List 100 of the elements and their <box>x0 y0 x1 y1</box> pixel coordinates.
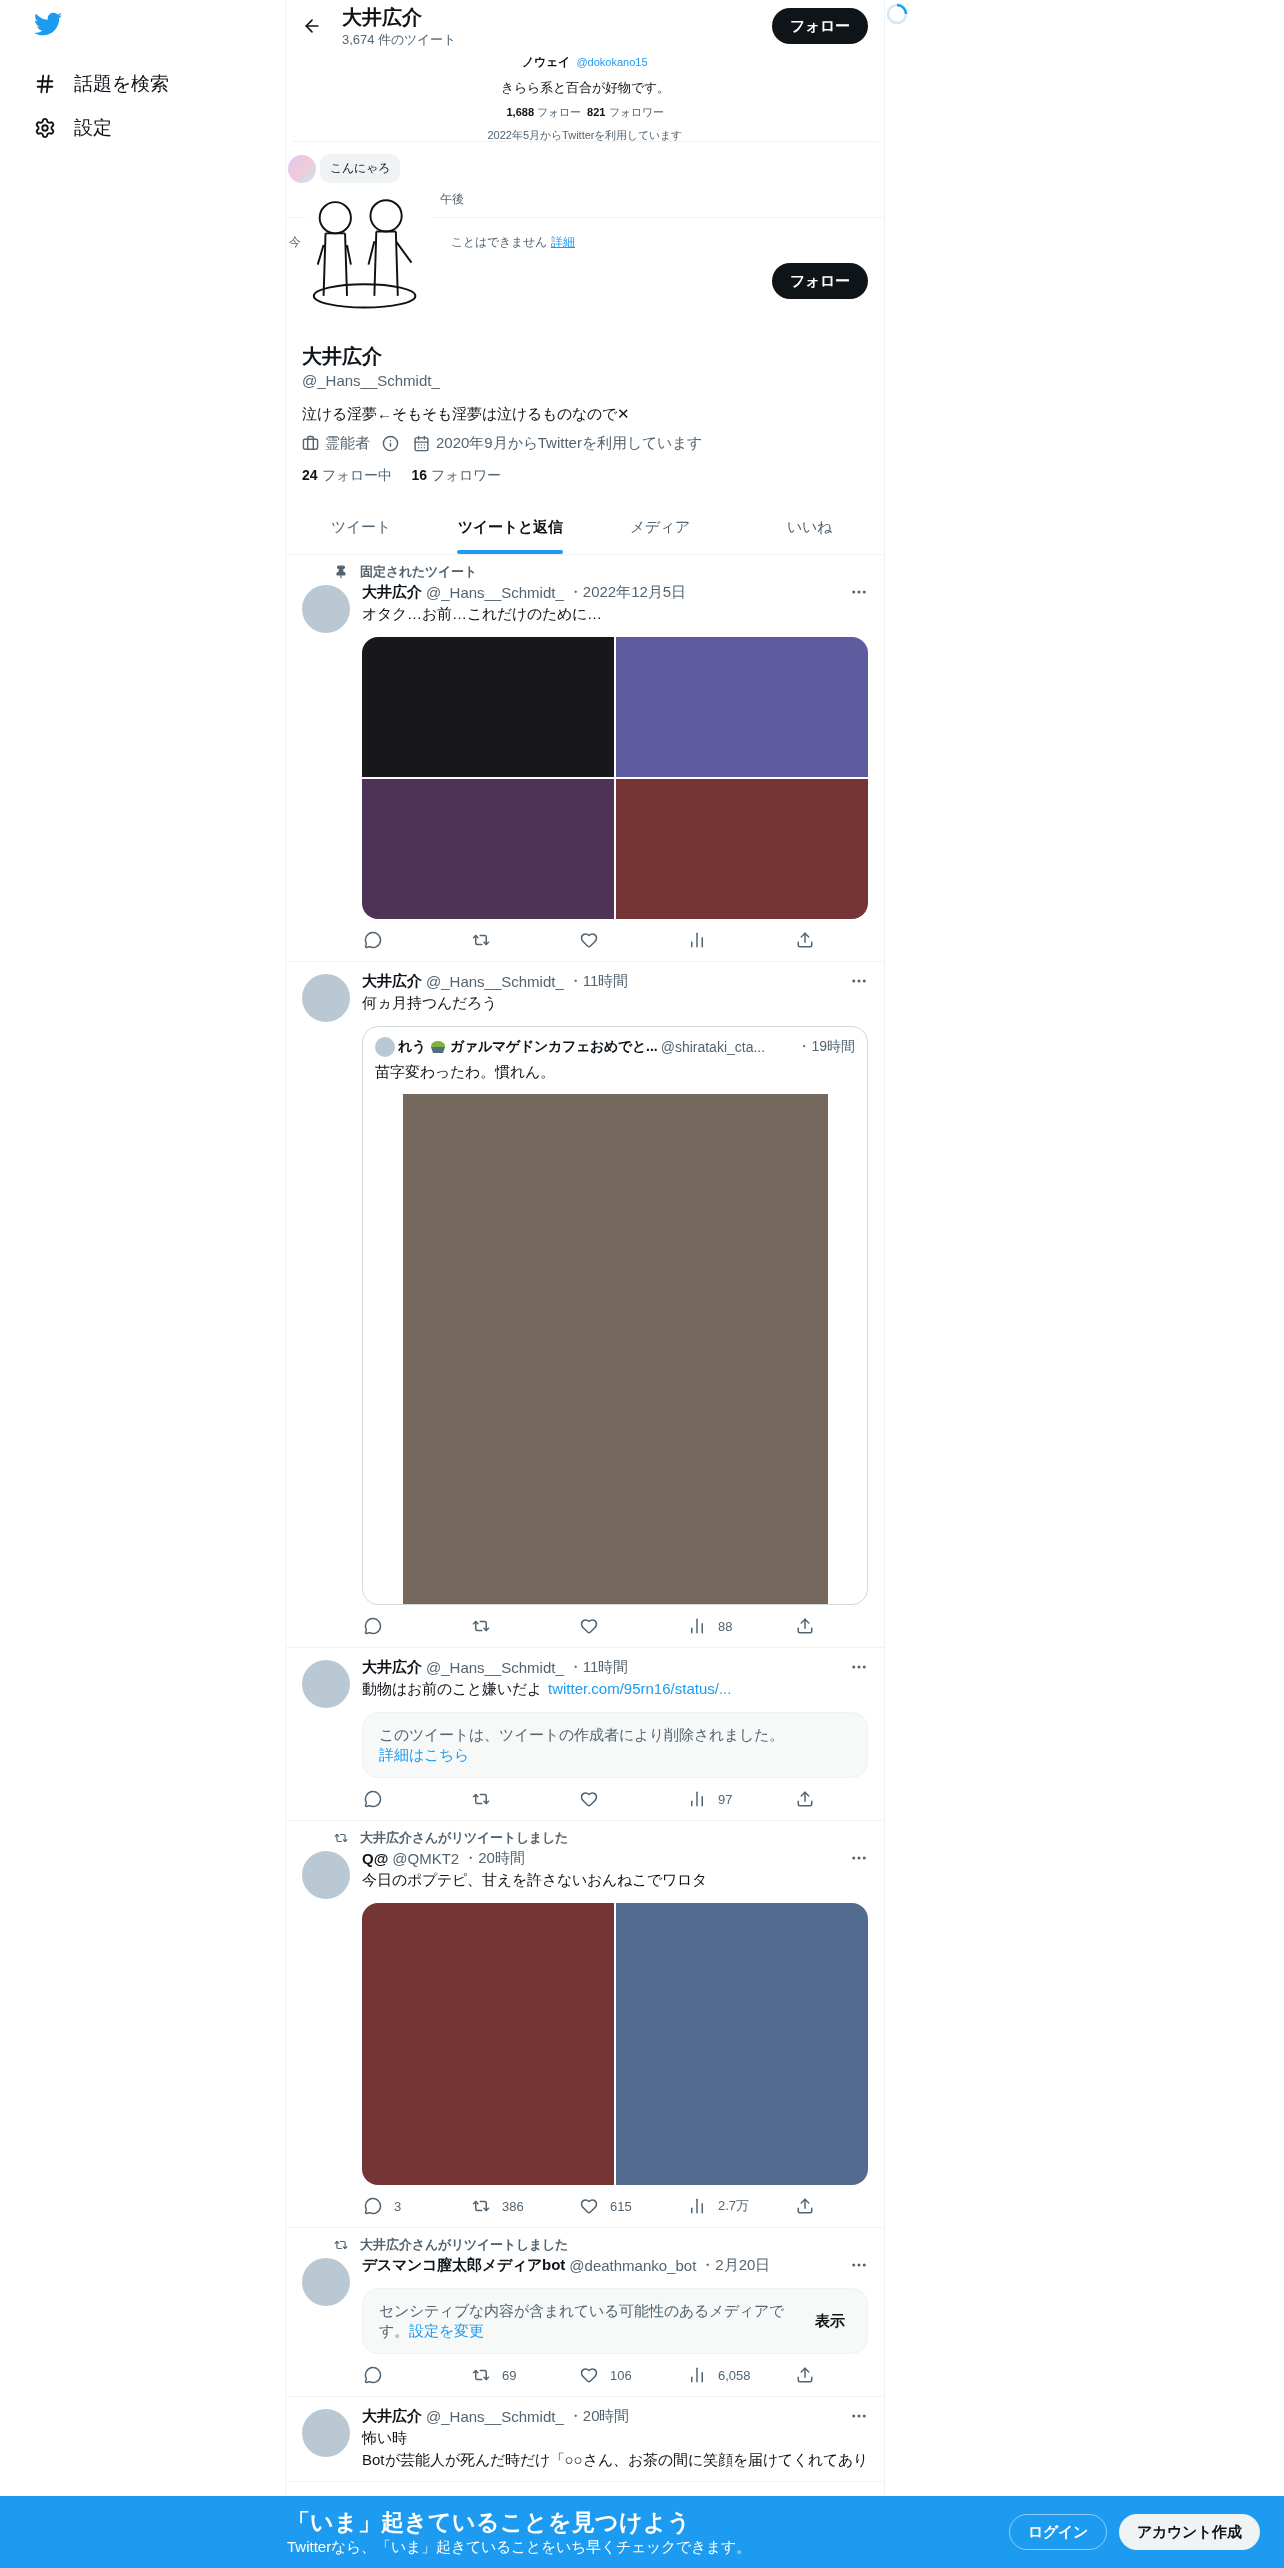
author-name: 大井広介 <box>362 971 422 991</box>
bowl-icon <box>429 1038 447 1056</box>
hash-icon <box>34 73 56 95</box>
tweet-time: ・2月20日 <box>700 2255 771 2275</box>
avatar <box>375 1037 395 1057</box>
signup-button[interactable]: アカウント作成 <box>1119 2514 1260 2550</box>
retweet-icon <box>334 1831 348 1845</box>
briefcase-icon <box>302 435 319 452</box>
banner-bio: きらら系と百合が好物です。 <box>500 79 670 97</box>
profile-tab[interactable]: ツイート <box>286 501 436 554</box>
speech-bubble-icon <box>364 1617 382 1635</box>
banner-joined: 2022年5月からTwitterを利用しています <box>487 128 683 143</box>
author-handle: @_Hans__Schmidt_ <box>426 2407 564 2425</box>
tweet-time: ・19時間 <box>797 1038 855 1056</box>
follow-stat[interactable]: 16 フォロワー <box>411 467 502 485</box>
author-name: 大井広介 <box>362 2406 422 2426</box>
retweet-button[interactable]: 69 <box>470 2364 578 2386</box>
author-name: 大井広介 <box>362 1657 422 1677</box>
author-handle: @_Hans__Schmidt_ <box>426 972 564 990</box>
profile-handle: @_Hans__Schmidt_ <box>302 372 441 389</box>
profile-tab[interactable]: メディア <box>585 501 735 554</box>
sidebar-item[interactable]: 話題を検索 <box>34 66 285 102</box>
tweet-text: オタク…お前…これだけのために… <box>362 605 602 622</box>
author-name: 大井広介 <box>362 582 422 602</box>
tweet-context: 固定されたツイート <box>360 563 477 581</box>
notice-text: このツイートは、ツイートの作成者により削除されました。 詳細はこちら <box>379 1725 785 1765</box>
avatar <box>302 2409 350 2457</box>
speech-bubble-icon <box>364 2197 382 2215</box>
bar-chart-icon <box>688 1790 706 1808</box>
show-button[interactable]: 表示 <box>809 2310 851 2332</box>
tweet-text: 動物はお前のこと嫌いだよ <box>362 1680 542 1697</box>
speech-bubble-icon <box>364 1790 382 1808</box>
calendar-icon <box>413 435 430 452</box>
like-button[interactable]: 106 <box>578 2364 686 2386</box>
banner-handle: @dokokano15 <box>576 56 648 68</box>
pin-icon <box>334 565 348 579</box>
tweet-text: Botが芸能人が死んだ時だけ「○○さん、お茶の間に笑顔を届けてくれてあり <box>362 2451 868 2468</box>
views-button[interactable]: 2.7万 <box>686 2195 794 2217</box>
author-handle: @QMKT2 <box>392 1849 460 1867</box>
tweet-time: ・20時間 <box>567 2406 630 2426</box>
author-handle: @shirataki_cta... <box>660 1039 766 1055</box>
tweet-text: 今日のポプテピ、甘えを許さないおんねこでワロタ <box>362 1871 707 1888</box>
follow-button[interactable]: フォロー <box>772 263 868 299</box>
notice-text: センシティブな内容が含まれている可能性のあるメディアです。設定を変更 <box>379 2301 785 2341</box>
speech-bubble-icon <box>364 2366 382 2384</box>
heart-icon <box>580 1617 598 1635</box>
chat-avatar <box>288 154 316 183</box>
tweet-time: ・11時間 <box>567 971 629 991</box>
reply-button[interactable]: 3 <box>362 2195 470 2217</box>
tweet-text: 何ヵ月持つんだろう <box>362 994 497 1011</box>
heart-icon <box>580 2197 598 2215</box>
author-name: デスマンコ膣太郎メディアbot <box>362 2255 566 2275</box>
share-icon <box>796 2197 814 2215</box>
loading-spinner-icon <box>885 2 909 26</box>
bar-chart-icon <box>688 2366 706 2384</box>
author-handle: @deathmanko_bot <box>569 2256 697 2274</box>
avatar <box>302 974 350 1022</box>
speech-bubble-icon <box>364 931 382 949</box>
heart-icon <box>580 1790 598 1808</box>
views-button[interactable]: 6,058 <box>686 2364 794 2386</box>
tweet-time: ・11時間 <box>567 1657 629 1677</box>
heart-icon <box>580 931 598 949</box>
views-button[interactable]: 88 <box>686 1615 794 1637</box>
bar-chart-icon <box>688 931 706 949</box>
author-name: れう <box>398 1038 426 1056</box>
tweet-text: 苗字変わったわ。慣れん。 <box>375 1063 556 1082</box>
tweet-text: 怖い時 <box>362 2429 407 2446</box>
avatar <box>302 2258 350 2306</box>
banner-author: ノウェイ <box>522 54 571 71</box>
profile-tab[interactable]: いいね <box>734 501 884 554</box>
avatar <box>302 1660 350 1708</box>
tweet-time: ・2022年12月5日 <box>567 582 687 602</box>
chat-time: 午後 <box>440 191 465 208</box>
chat-bubble: こんにゃろ <box>320 154 400 183</box>
tweet-context: 大井広介さんがリツイートしました <box>360 2236 568 2254</box>
notice-text: ことはできません <box>451 234 547 251</box>
retweet-icon <box>334 2238 348 2252</box>
notice-text: 今 <box>289 234 301 251</box>
avatar <box>302 1851 350 1899</box>
heart-icon <box>580 2366 598 2384</box>
twitter-logo-icon[interactable] <box>34 10 62 38</box>
profile-tab[interactable]: ツイートと返信 <box>435 501 585 554</box>
info-icon[interactable] <box>382 435 399 452</box>
signup-subtitle: Twitterなら、「いま」起きていることをいち早くチェックできます。 <box>287 2538 753 2557</box>
retweet-button[interactable]: 386 <box>470 2195 578 2217</box>
banner-count: 1,688 フォロー <box>506 105 582 120</box>
quoted-tweet[interactable]: れう ガァルマゲドンカフェおめでと... @shirataki_cta... ・19時間 苗字変わったわ。慣れん。 <box>362 1026 868 1605</box>
tweet-context: 大井広介さんがリツイートしました <box>360 1829 568 1847</box>
bar-chart-icon <box>688 2197 706 2215</box>
follow-button[interactable]: フォロー <box>772 8 868 44</box>
views-button[interactable]: 97 <box>686 1788 794 1810</box>
share-icon <box>796 2366 814 2384</box>
author-name: Q@ <box>362 1849 389 1867</box>
share-icon <box>796 1617 814 1635</box>
profile-name: 大井広介 <box>302 344 383 369</box>
like-button[interactable]: 615 <box>578 2195 686 2217</box>
follow-stat[interactable]: 24 フォロー中 <box>302 467 392 485</box>
profile-meta: 2020年9月からTwitterを利用しています <box>436 434 702 453</box>
profile-meta: 霊能者 <box>325 434 370 453</box>
sidebar-item[interactable]: 設定 <box>34 110 285 146</box>
